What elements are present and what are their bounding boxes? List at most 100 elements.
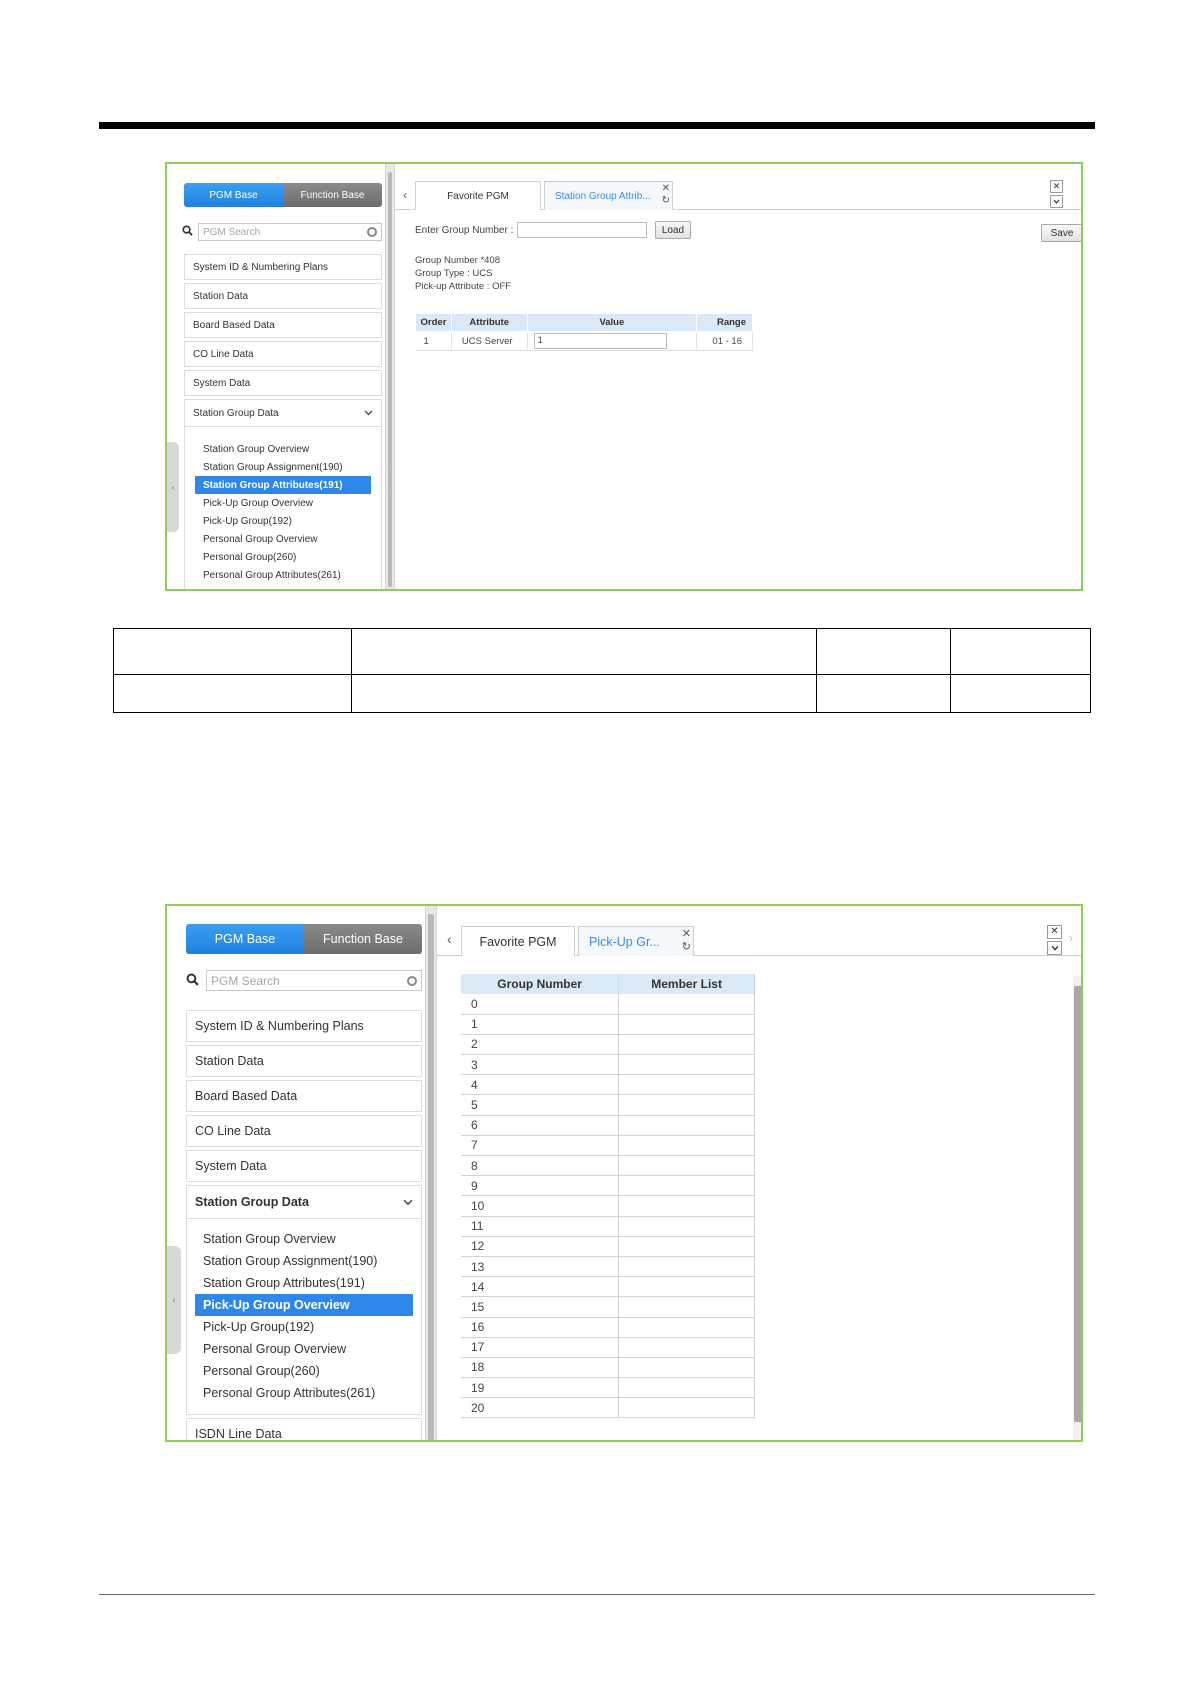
menu-item-board-based-data[interactable]: Board Based Data xyxy=(184,312,382,338)
table-row[interactable]: 14 xyxy=(461,1276,755,1298)
table-row[interactable]: 3 xyxy=(461,1054,755,1076)
table-row[interactable]: 8 xyxy=(461,1155,755,1177)
menu-item-station-group-data[interactable]: Station Group Data xyxy=(186,1185,422,1219)
refresh-icon[interactable]: ↻ xyxy=(682,942,691,953)
table-row[interactable]: 1 xyxy=(461,1014,755,1035)
pgm-base-button[interactable]: PGM Base xyxy=(184,183,283,207)
table-row[interactable]: 6 xyxy=(461,1115,755,1136)
search-input[interactable]: PGM Search xyxy=(206,970,422,991)
cell-member-list xyxy=(618,1054,755,1076)
table-row[interactable]: 15 xyxy=(461,1296,755,1318)
tab-label: Pick-Up Gr... xyxy=(589,934,660,949)
submenu-item-selected[interactable]: Pick-Up Group Overview xyxy=(195,1294,413,1316)
clear-icon[interactable] xyxy=(407,975,417,986)
menu-item-system-id[interactable]: System ID & Numbering Plans xyxy=(186,1010,422,1042)
table-row[interactable]: 5 xyxy=(461,1094,755,1116)
close-icon[interactable]: ✕ xyxy=(682,929,691,940)
tab-pickup-group-overview[interactable]: Pick-Up Gr... ✕ ↻ xyxy=(578,926,694,956)
window-close-icon[interactable]: ✕ xyxy=(1050,180,1063,193)
menu-item-co-line-data[interactable]: CO Line Data xyxy=(184,341,382,367)
submenu-item[interactable]: Station Group Overview xyxy=(195,440,371,458)
tab-station-group-attributes[interactable]: Station Group Attrib... ✕ ↻ xyxy=(544,181,673,210)
doc-cell xyxy=(816,674,952,713)
scroll-thumb[interactable] xyxy=(388,172,392,587)
sidebar-collapse-handle[interactable]: ‹ xyxy=(167,442,179,532)
table-row[interactable]: 17 xyxy=(461,1337,755,1358)
cell-member-list xyxy=(618,1014,755,1035)
menu-item-station-group-data[interactable]: Station Group Data xyxy=(184,399,382,427)
menu-label: System Data xyxy=(195,1159,267,1173)
table-row[interactable]: 12 xyxy=(461,1236,755,1257)
menu-item-station-data[interactable]: Station Data xyxy=(184,283,382,309)
window-dropdown-icon[interactable] xyxy=(1047,941,1062,955)
submenu-item[interactable]: Pick-Up Group(192) xyxy=(195,1316,413,1338)
sidebar-scrollbar[interactable] xyxy=(385,164,395,589)
submenu-item[interactable]: Station Group Attributes(191) xyxy=(195,1272,413,1294)
bottom-rule xyxy=(99,1594,1095,1595)
menu-item-system-data[interactable]: System Data xyxy=(184,370,382,396)
submenu-item[interactable]: Pick-Up Group Overview xyxy=(195,494,371,512)
function-base-button[interactable]: Function Base xyxy=(304,924,422,954)
submenu-item[interactable]: Personal Group(260) xyxy=(195,1360,413,1382)
cell-member-list xyxy=(618,1135,755,1157)
submenu-item[interactable]: Station Group Overview xyxy=(195,1228,413,1250)
cell-member-list xyxy=(618,1377,755,1399)
table-row[interactable]: 0 xyxy=(461,994,755,1015)
window-dropdown-icon[interactable] xyxy=(1050,195,1063,208)
tab-favorite-pgm[interactable]: Favorite PGM xyxy=(461,926,575,956)
group-number-input[interactable] xyxy=(517,222,647,238)
menu-item-isdn-line-data[interactable]: ISDN Line Data xyxy=(186,1418,422,1440)
load-button[interactable]: Load xyxy=(655,221,691,239)
refresh-icon[interactable]: ↻ xyxy=(662,196,670,206)
menu-item-system-id[interactable]: System ID & Numbering Plans xyxy=(184,254,382,280)
submenu-item[interactable]: Personal Group Attributes(261) xyxy=(195,1382,413,1404)
submenu-item[interactable]: Pick-Up Group(192) xyxy=(195,512,371,530)
sidebar-scrollbar[interactable] xyxy=(425,906,437,1440)
close-icon[interactable]: ✕ xyxy=(662,184,670,194)
table-row[interactable]: 13 xyxy=(461,1256,755,1278)
menu-item-station-data[interactable]: Station Data xyxy=(186,1045,422,1077)
menu-label: Station Data xyxy=(193,290,249,302)
tab-favorite-pgm[interactable]: Favorite PGM xyxy=(415,181,541,210)
scroll-thumb[interactable] xyxy=(428,914,434,1440)
table-row[interactable]: 18 xyxy=(461,1357,755,1379)
value-input[interactable]: 1 xyxy=(533,333,667,349)
content-scroll-thumb[interactable] xyxy=(1074,986,1081,1422)
table-row[interactable]: 16 xyxy=(461,1317,755,1338)
cell-group-number: 11 xyxy=(461,1216,620,1237)
table-row[interactable]: 19 xyxy=(461,1377,755,1399)
function-base-button[interactable]: Function Base xyxy=(283,183,382,207)
submenu-item[interactable]: Personal Group(260) xyxy=(195,548,371,566)
window-close-icon[interactable]: ✕ xyxy=(1047,925,1062,939)
table-row[interactable]: 10 xyxy=(461,1195,755,1217)
submenu-item[interactable]: Station Group Assignment(190) xyxy=(195,1250,413,1272)
save-button[interactable]: Save xyxy=(1041,224,1081,242)
cell-group-number: 2 xyxy=(461,1034,620,1056)
table-row[interactable]: 2 xyxy=(461,1034,755,1056)
menu-item-board-based-data[interactable]: Board Based Data xyxy=(186,1080,422,1112)
submenu-item[interactable]: Station Group Assignment(190) xyxy=(195,458,371,476)
content-scrollbar[interactable] xyxy=(1073,976,1081,1440)
chevron-right-icon[interactable]: › xyxy=(1069,931,1073,945)
table-row[interactable]: 4 xyxy=(461,1074,755,1096)
chevron-left-icon[interactable]: ‹ xyxy=(403,188,407,202)
table-row[interactable]: 20 xyxy=(461,1397,755,1419)
base-toggle: PGM Base Function Base xyxy=(186,924,422,954)
menu-item-system-data[interactable]: System Data xyxy=(186,1150,422,1182)
main-panel: ‹ Favorite PGM Station Group Attrib... ✕… xyxy=(395,164,1081,589)
menu-item-co-line-data[interactable]: CO Line Data xyxy=(186,1115,422,1147)
table-row[interactable]: 9 xyxy=(461,1175,755,1197)
group-number-label: Enter Group Number : xyxy=(415,225,514,236)
submenu-item-selected[interactable]: Station Group Attributes(191) xyxy=(195,476,371,494)
cell-group-number: 18 xyxy=(461,1357,620,1379)
search-input[interactable]: PGM Search xyxy=(198,223,382,241)
submenu-item[interactable]: Personal Group Attributes(261) xyxy=(195,566,371,584)
clear-icon[interactable] xyxy=(367,227,377,237)
sidebar-collapse-handle[interactable]: ‹ xyxy=(167,1246,181,1354)
chevron-left-icon[interactable]: ‹ xyxy=(447,931,452,947)
submenu-item[interactable]: Personal Group Overview xyxy=(195,1338,413,1360)
table-row[interactable]: 7 xyxy=(461,1135,755,1157)
pgm-base-button[interactable]: PGM Base xyxy=(186,924,304,954)
table-row[interactable]: 11 xyxy=(461,1216,755,1237)
submenu-item[interactable]: Personal Group Overview xyxy=(195,530,371,548)
